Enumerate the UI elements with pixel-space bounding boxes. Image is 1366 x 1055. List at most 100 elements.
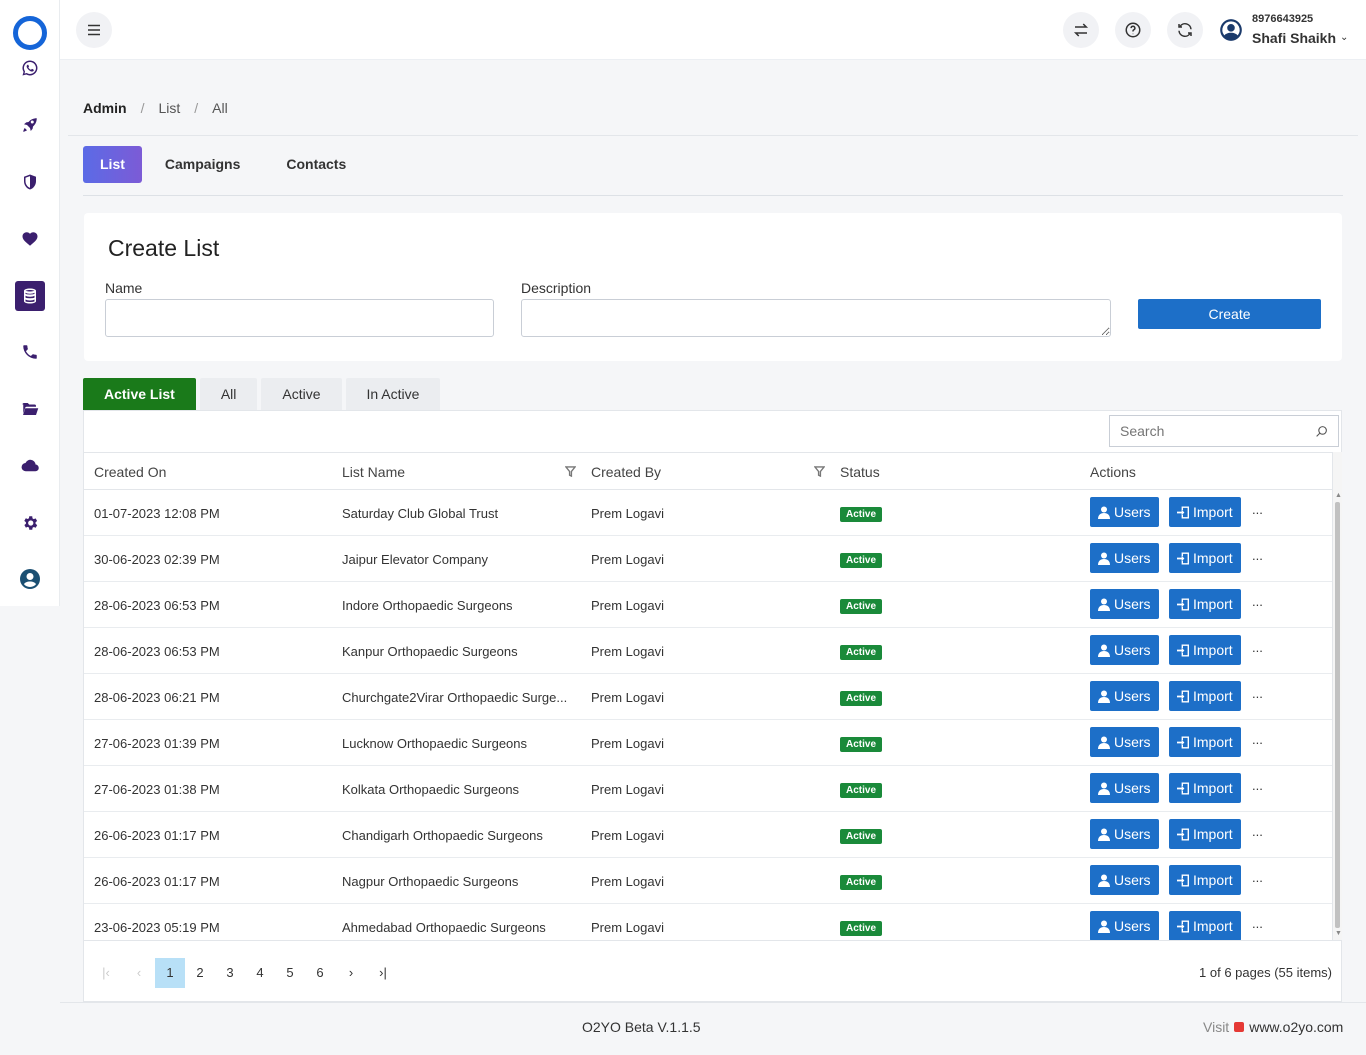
- users-button[interactable]: Users: [1090, 911, 1159, 940]
- more-actions-button[interactable]: ...: [1252, 870, 1263, 885]
- top-bar: 8976643925 Shafi Shaikh ⌄: [60, 0, 1366, 60]
- created-on-cell: 30-06-2023 02:39 PM: [94, 552, 220, 567]
- filter-tab-active-list[interactable]: Active List: [83, 378, 196, 410]
- page-6[interactable]: 6: [305, 958, 335, 988]
- users-button[interactable]: Users: [1090, 497, 1159, 527]
- tab-list[interactable]: List: [83, 146, 142, 183]
- filter-icon[interactable]: [814, 466, 825, 477]
- status-badge: Active: [840, 599, 883, 614]
- status-badge: Active: [840, 829, 883, 844]
- more-actions-button[interactable]: ...: [1252, 640, 1263, 655]
- more-actions-button[interactable]: ...: [1252, 686, 1263, 701]
- page-1[interactable]: 1: [155, 958, 185, 988]
- breadcrumb-admin[interactable]: Admin: [83, 100, 127, 116]
- vertical-scrollbar[interactable]: ▲ ▼: [1332, 452, 1342, 940]
- created-by-cell: Prem Logavi: [591, 782, 664, 797]
- users-button[interactable]: Users: [1090, 727, 1159, 757]
- more-actions-button[interactable]: ...: [1252, 548, 1263, 563]
- refresh-button[interactable]: [1167, 12, 1203, 48]
- import-button[interactable]: Import: [1169, 911, 1241, 940]
- users-button[interactable]: Users: [1090, 543, 1159, 573]
- import-button[interactable]: Import: [1169, 543, 1241, 573]
- created-on-cell: 26-06-2023 01:17 PM: [94, 828, 220, 843]
- database-icon[interactable]: [15, 281, 45, 311]
- import-button[interactable]: Import: [1169, 727, 1241, 757]
- import-button[interactable]: Import: [1169, 681, 1241, 711]
- users-button[interactable]: Users: [1090, 635, 1159, 665]
- help-button[interactable]: [1115, 12, 1151, 48]
- filter-tab-all[interactable]: All: [199, 378, 258, 410]
- search-input[interactable]: [1110, 416, 1300, 446]
- page-2[interactable]: 2: [185, 958, 215, 988]
- import-icon: [1177, 552, 1189, 564]
- more-actions-button[interactable]: ...: [1252, 732, 1263, 747]
- import-button[interactable]: Import: [1169, 865, 1241, 895]
- phone-icon[interactable]: [15, 337, 45, 367]
- import-button[interactable]: Import: [1169, 635, 1241, 665]
- heart-icon[interactable]: [15, 224, 45, 254]
- table-row: 28-06-2023 06:53 PM Indore Orthopaedic Su…: [84, 582, 1332, 628]
- page-5[interactable]: 5: [275, 958, 305, 988]
- scroll-up-icon[interactable]: ▲: [1335, 492, 1342, 499]
- breadcrumb-list[interactable]: List: [158, 100, 180, 116]
- tab-campaigns[interactable]: Campaigns: [142, 146, 263, 183]
- footer-visit[interactable]: Visit www.o2yo.com: [1203, 1019, 1343, 1035]
- cloud-icon[interactable]: [15, 451, 45, 481]
- created-on-cell: 28-06-2023 06:53 PM: [94, 644, 220, 659]
- table-row: 28-06-2023 06:21 PM Churchgate2Virar Orth…: [84, 674, 1332, 720]
- users-button[interactable]: Users: [1090, 865, 1159, 895]
- column-created-by[interactable]: Created By: [591, 464, 661, 480]
- filter-icon[interactable]: [565, 466, 576, 477]
- import-button-label: Import: [1193, 688, 1233, 704]
- users-button[interactable]: Users: [1090, 589, 1159, 619]
- gear-icon[interactable]: [15, 508, 45, 538]
- users-button[interactable]: Users: [1090, 773, 1159, 803]
- users-button-label: Users: [1114, 550, 1151, 566]
- shield-icon[interactable]: [15, 167, 45, 197]
- user-menu[interactable]: 8976643925 Shafi Shaikh ⌄: [1218, 10, 1358, 50]
- first-page-icon[interactable]: |‹: [91, 958, 121, 988]
- filter-tab-active[interactable]: Active: [261, 378, 342, 410]
- page-3[interactable]: 3: [215, 958, 245, 988]
- users-button[interactable]: Users: [1090, 819, 1159, 849]
- whatsapp-icon[interactable]: [15, 53, 45, 83]
- tab-contacts[interactable]: Contacts: [263, 146, 369, 183]
- breadcrumb-all: All: [212, 100, 228, 116]
- users-button-label: Users: [1114, 872, 1151, 888]
- divider: [60, 1002, 1366, 1003]
- filter-tab-inactive[interactable]: In Active: [345, 378, 441, 410]
- more-actions-button[interactable]: ...: [1252, 502, 1263, 517]
- import-button[interactable]: Import: [1169, 819, 1241, 849]
- search-icon[interactable]: [1315, 425, 1328, 438]
- more-actions-button[interactable]: ...: [1252, 824, 1263, 839]
- import-button[interactable]: Import: [1169, 589, 1241, 619]
- column-list-name[interactable]: List Name: [342, 464, 405, 480]
- last-page-icon[interactable]: ›|: [368, 958, 398, 988]
- folder-open-icon[interactable]: [15, 394, 45, 424]
- more-actions-button[interactable]: ...: [1252, 778, 1263, 793]
- description-input[interactable]: [521, 299, 1111, 337]
- scroll-thumb[interactable]: [1335, 502, 1340, 928]
- page-4[interactable]: 4: [245, 958, 275, 988]
- list-name-cell: Nagpur Orthopaedic Surgeons: [342, 874, 519, 889]
- more-actions-button[interactable]: ...: [1252, 916, 1263, 931]
- column-status[interactable]: Status: [840, 464, 880, 480]
- app-logo[interactable]: [13, 16, 47, 50]
- scroll-down-icon[interactable]: ▼: [1335, 930, 1342, 937]
- import-button[interactable]: Import: [1169, 773, 1241, 803]
- more-actions-button[interactable]: ...: [1252, 594, 1263, 609]
- user-profile-icon[interactable]: [15, 564, 45, 594]
- table-row: 01-07-2023 12:08 PM Saturday Club Global …: [84, 490, 1332, 536]
- rocket-icon[interactable]: [15, 110, 45, 140]
- import-button[interactable]: Import: [1169, 497, 1241, 527]
- switch-account-button[interactable]: [1063, 12, 1099, 48]
- next-page-icon[interactable]: ›: [336, 958, 366, 988]
- menu-toggle-button[interactable]: [76, 12, 112, 48]
- column-actions: Actions: [1090, 464, 1136, 480]
- users-button[interactable]: Users: [1090, 681, 1159, 711]
- create-button[interactable]: Create: [1138, 299, 1321, 329]
- name-input[interactable]: [105, 299, 494, 337]
- site-link[interactable]: www.o2yo.com: [1249, 1019, 1343, 1035]
- column-created-on[interactable]: Created On: [94, 464, 166, 480]
- prev-page-icon[interactable]: ‹: [124, 958, 154, 988]
